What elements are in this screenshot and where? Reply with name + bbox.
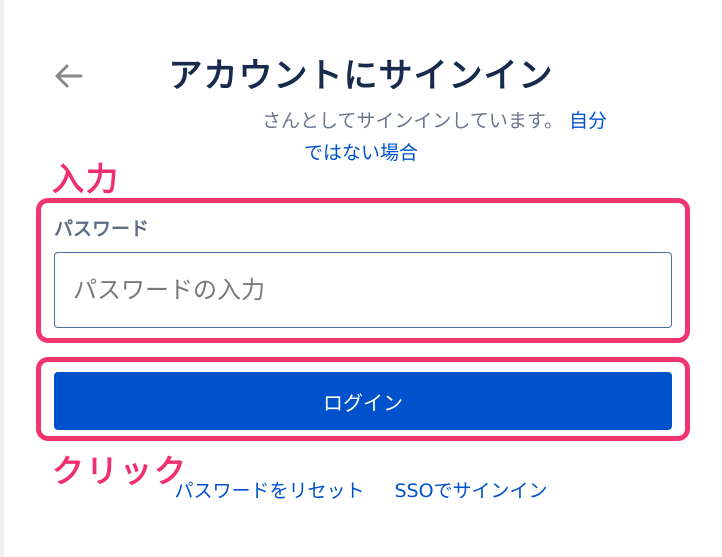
password-input[interactable]: [54, 252, 672, 328]
reset-password-link[interactable]: パスワードをリセット: [174, 480, 364, 502]
footer-links: パスワードをリセット SSOでサインイン: [0, 476, 722, 503]
password-label: パスワード: [54, 218, 150, 240]
not-you-link-part2[interactable]: ではない場合: [304, 142, 418, 164]
sso-sign-in-link[interactable]: SSOでサインイン: [394, 480, 547, 502]
login-button[interactable]: ログイン: [54, 372, 672, 430]
sign-in-page: アカウントにサインイン さんとしてサインインしています。 自分 ではない場合 入…: [0, 0, 722, 557]
signed-in-as-notice: さんとしてサインインしています。 自分: [262, 104, 682, 138]
signed-in-as-text: さんとしてサインインしています。: [262, 110, 563, 132]
not-you-link-part1[interactable]: 自分: [569, 110, 607, 132]
page-title: アカウントにサインイン: [168, 56, 554, 96]
annotation-input-label: 入力: [52, 160, 121, 198]
